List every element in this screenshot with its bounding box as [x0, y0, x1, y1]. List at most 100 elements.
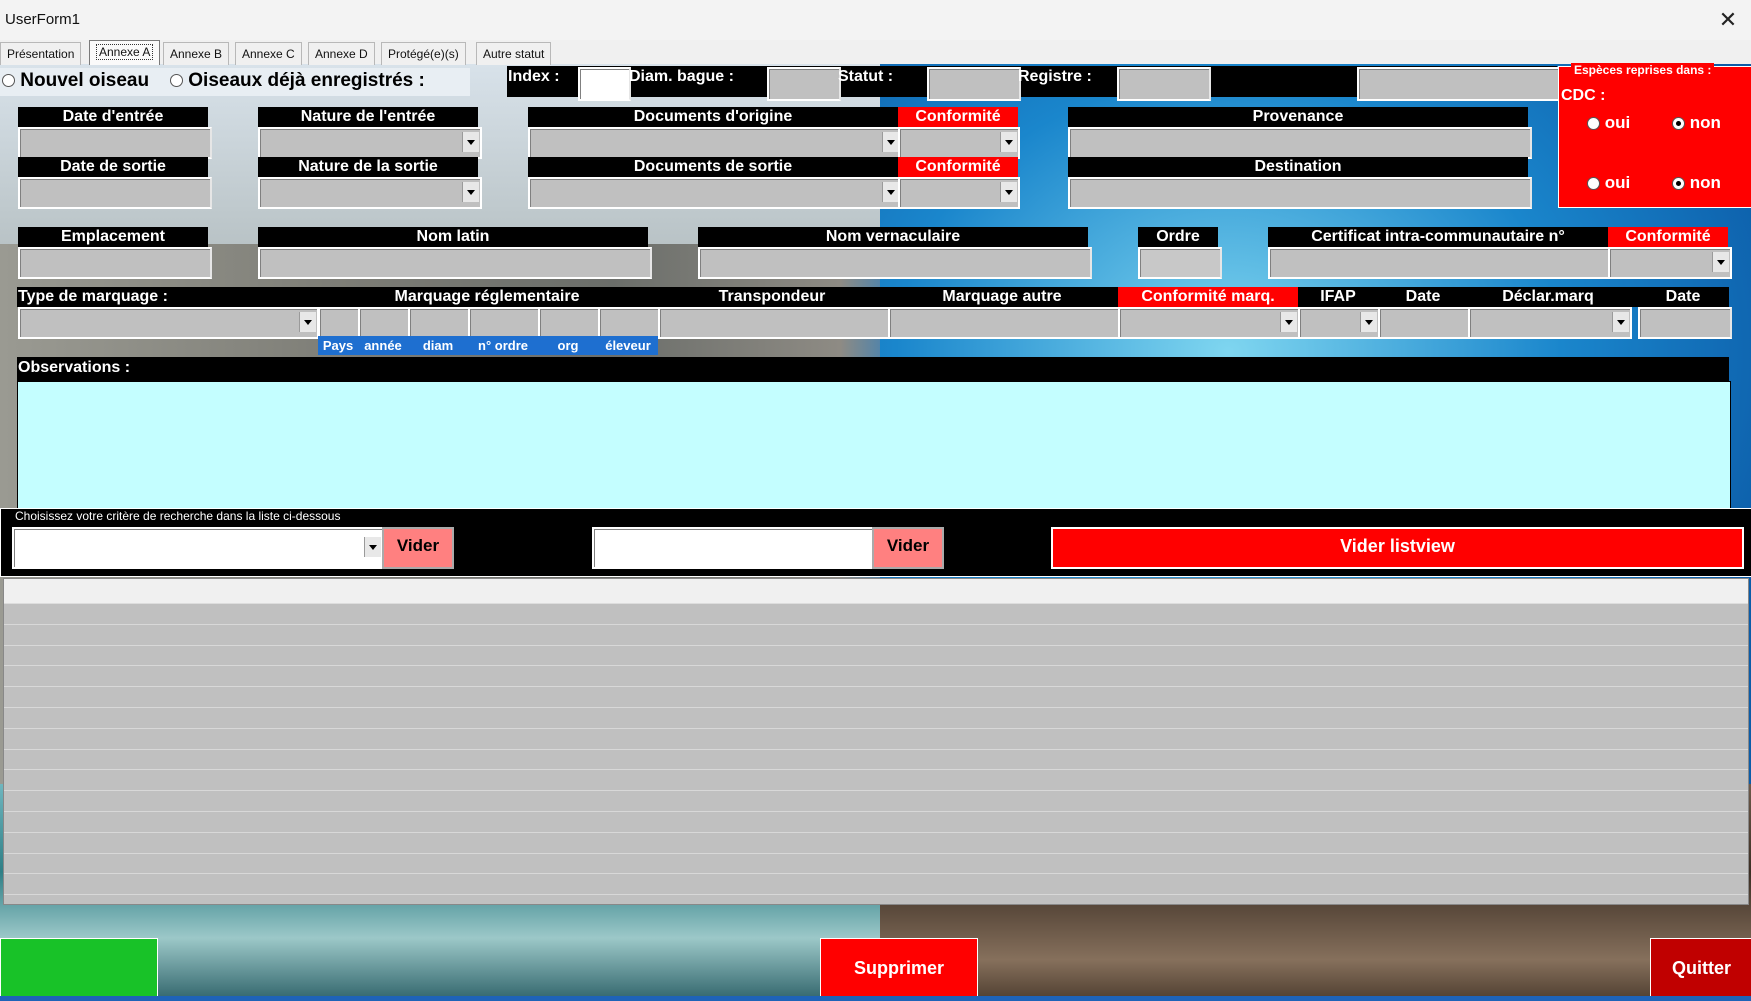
chevron-down-icon[interactable] — [882, 132, 899, 152]
chevron-down-icon[interactable] — [882, 182, 899, 202]
tab-presentation[interactable]: Présentation — [0, 42, 82, 65]
provenance-field[interactable] — [1068, 127, 1532, 159]
eleveur-field[interactable] — [598, 307, 660, 339]
conformite-marq-combo[interactable] — [1118, 307, 1300, 339]
conformite-3-combo[interactable] — [1608, 247, 1732, 279]
close-button[interactable]: ✕ — [1713, 6, 1743, 34]
chevron-down-icon[interactable] — [462, 132, 479, 152]
date-2-field[interactable] — [1638, 307, 1732, 339]
ordre-field[interactable] — [1138, 247, 1222, 279]
table-row[interactable] — [4, 646, 1748, 667]
table-row[interactable] — [4, 625, 1748, 646]
documents-origine-combo[interactable] — [528, 127, 902, 159]
chevron-down-icon[interactable] — [364, 537, 381, 557]
table-row[interactable] — [4, 750, 1748, 771]
table-row[interactable] — [4, 604, 1748, 625]
annee-field[interactable] — [358, 307, 412, 339]
extra-field[interactable] — [1357, 67, 1561, 101]
radio-oiseaux-enregistres[interactable]: Oiseaux déjà enregistrés : — [170, 70, 425, 92]
observations-textarea[interactable] — [17, 381, 1731, 509]
search-text-input[interactable] — [592, 527, 874, 569]
chevron-down-icon[interactable] — [1000, 182, 1017, 202]
documents-sortie-combo[interactable] — [528, 177, 902, 209]
diam-bague-label: Diam. bague : — [629, 68, 734, 85]
date-entree-field[interactable] — [18, 127, 212, 159]
transpondeur-field[interactable] — [658, 307, 890, 339]
tab-autre-statut[interactable]: Autre statut — [476, 42, 552, 65]
chevron-down-icon[interactable] — [1000, 132, 1017, 152]
radio-icon[interactable] — [1587, 117, 1600, 131]
chevron-down-icon[interactable] — [1280, 312, 1297, 332]
org-field[interactable] — [538, 307, 602, 339]
nom-latin-field[interactable] — [258, 247, 652, 279]
header-date-entree: Date d'entrée — [18, 107, 208, 127]
chevron-down-icon[interactable] — [299, 312, 316, 332]
bottom-border — [0, 996, 1751, 1001]
header-type-marquage: Type de marquage : — [18, 288, 168, 305]
table-row[interactable] — [4, 770, 1748, 792]
header-date-sortie: Date de sortie — [18, 157, 208, 177]
vider-listview-button[interactable]: Vider listview — [1051, 527, 1744, 569]
table-row[interactable] — [4, 791, 1748, 812]
radio-icon[interactable] — [2, 74, 15, 88]
radio-icon[interactable] — [1672, 177, 1685, 191]
marquage-autre-field[interactable] — [888, 307, 1120, 339]
table-row[interactable] — [4, 874, 1748, 896]
table-row[interactable] — [4, 833, 1748, 854]
radio-icon[interactable] — [170, 74, 183, 88]
table-row[interactable] — [4, 854, 1748, 875]
table-row[interactable] — [4, 666, 1748, 688]
table-row[interactable] — [4, 729, 1748, 750]
radio-label: Nouvel oiseau — [20, 70, 150, 91]
index-field[interactable] — [578, 67, 631, 101]
conformite-2-combo[interactable] — [898, 177, 1020, 209]
table-row[interactable] — [4, 812, 1748, 833]
tab-annexe-c[interactable]: Annexe C — [235, 42, 302, 65]
emplacement-field[interactable] — [18, 247, 212, 279]
table-row[interactable] — [4, 687, 1748, 708]
chevron-down-icon[interactable] — [1612, 312, 1629, 332]
radio-icon[interactable] — [1587, 177, 1600, 191]
tab-proteges[interactable]: Protégé(e)(s) — [381, 42, 466, 65]
chevron-down-icon[interactable] — [462, 182, 479, 202]
diam-field[interactable] — [408, 307, 472, 339]
search-criteria-combo[interactable] — [12, 527, 384, 569]
cdc-non-1[interactable]: non — [1672, 113, 1721, 133]
supprimer-button[interactable]: Supprimer — [820, 938, 978, 998]
declar-marq-combo[interactable] — [1468, 307, 1632, 339]
chevron-down-icon[interactable] — [1360, 312, 1377, 332]
pays-field[interactable] — [318, 307, 362, 339]
table-row[interactable] — [4, 708, 1748, 729]
nature-sortie-combo[interactable] — [258, 177, 482, 209]
tab-annexe-b[interactable]: Annexe B — [163, 42, 230, 65]
radio-nouvel-oiseau[interactable]: Nouvel oiseau — [2, 70, 149, 92]
date-sortie-field[interactable] — [18, 177, 212, 209]
cdc-oui-1[interactable]: oui — [1587, 113, 1630, 133]
ifap-combo[interactable] — [1298, 307, 1380, 339]
quitter-button[interactable]: Quitter — [1650, 938, 1751, 998]
certificat-field[interactable] — [1268, 247, 1612, 279]
vider-button-1[interactable]: Vider — [382, 527, 454, 569]
nom-vernaculaire-field[interactable] — [698, 247, 1092, 279]
radio-icon[interactable] — [1672, 117, 1685, 131]
listview-header[interactable] — [4, 579, 1748, 604]
conformite-1-combo[interactable] — [898, 127, 1020, 159]
nature-entree-combo[interactable] — [258, 127, 482, 159]
tab-annexe-d[interactable]: Annexe D — [308, 42, 375, 65]
header-documents-sortie: Documents de sortie — [528, 157, 898, 177]
type-marquage-combo[interactable] — [18, 307, 319, 339]
chevron-down-icon[interactable] — [1712, 252, 1729, 272]
cdc-non-2[interactable]: non — [1672, 173, 1721, 193]
tab-annexe-a[interactable]: Annexe A — [89, 40, 161, 65]
sublabel-diam: diam — [408, 336, 468, 355]
diam-bague-field[interactable] — [767, 67, 841, 101]
cdc-group: Espèces reprises dans : CDC : oui non ou… — [1558, 63, 1751, 208]
numero-ordre-field[interactable] — [468, 307, 542, 339]
results-listview[interactable] — [3, 578, 1749, 905]
statut-field[interactable] — [927, 67, 1021, 101]
vider-button-2[interactable]: Vider — [872, 527, 944, 569]
destination-field[interactable] — [1068, 177, 1532, 209]
registre-field[interactable] — [1117, 67, 1211, 101]
date-field[interactable] — [1378, 307, 1472, 339]
cdc-oui-2[interactable]: oui — [1587, 173, 1630, 193]
